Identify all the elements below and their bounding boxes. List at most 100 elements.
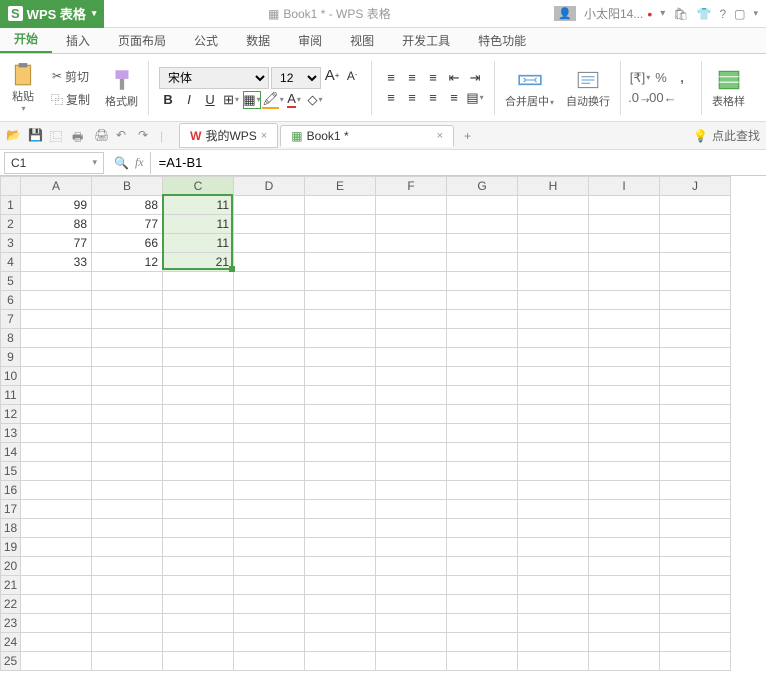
cell-G5[interactable] (447, 272, 518, 291)
cell-J22[interactable] (660, 595, 731, 614)
cell-G12[interactable] (447, 405, 518, 424)
cell-B6[interactable] (92, 291, 163, 310)
row-header-8[interactable]: 8 (1, 329, 21, 348)
cell-A20[interactable] (21, 557, 92, 576)
row-header-24[interactable]: 24 (1, 633, 21, 652)
col-header-H[interactable]: H (518, 177, 589, 196)
cell-C15[interactable] (163, 462, 234, 481)
cell-B4[interactable]: 12 (92, 253, 163, 272)
cell-D13[interactable] (234, 424, 305, 443)
cell-F2[interactable] (376, 215, 447, 234)
tab-close-icon[interactable]: × (261, 130, 267, 142)
select-all-corner[interactable] (1, 177, 21, 196)
cell-J10[interactable] (660, 367, 731, 386)
user-name[interactable]: 小太阳14... (584, 5, 643, 22)
cell-B8[interactable] (92, 329, 163, 348)
cell-A18[interactable] (21, 519, 92, 538)
border-button[interactable]: ⊞▾ (222, 91, 240, 109)
cell-J7[interactable] (660, 310, 731, 329)
cell-J9[interactable] (660, 348, 731, 367)
indent-right-button[interactable]: ⇥ (466, 69, 484, 87)
cell-I20[interactable] (589, 557, 660, 576)
cell-D15[interactable] (234, 462, 305, 481)
print-preview-icon[interactable]: ⿺ (50, 128, 66, 144)
print-direct-icon[interactable]: 🖨 (94, 128, 110, 144)
cell-G4[interactable] (447, 253, 518, 272)
cell-E4[interactable] (305, 253, 376, 272)
open-icon[interactable]: 📂 (6, 128, 22, 144)
cell-C18[interactable] (163, 519, 234, 538)
align-right-button[interactable]: ≡ (424, 89, 442, 107)
cell-D3[interactable] (234, 234, 305, 253)
cell-D11[interactable] (234, 386, 305, 405)
cell-J3[interactable] (660, 234, 731, 253)
row-header-2[interactable]: 2 (1, 215, 21, 234)
cell-D18[interactable] (234, 519, 305, 538)
cell-E13[interactable] (305, 424, 376, 443)
cell-B20[interactable] (92, 557, 163, 576)
cell-B12[interactable] (92, 405, 163, 424)
cell-H22[interactable] (518, 595, 589, 614)
cell-D2[interactable] (234, 215, 305, 234)
cell-H7[interactable] (518, 310, 589, 329)
cell-D24[interactable] (234, 633, 305, 652)
row-header-5[interactable]: 5 (1, 272, 21, 291)
cell-J23[interactable] (660, 614, 731, 633)
cell-F5[interactable] (376, 272, 447, 291)
cell-C22[interactable] (163, 595, 234, 614)
cell-G6[interactable] (447, 291, 518, 310)
search-icon[interactable]: 🔍 (114, 156, 129, 170)
cell-F1[interactable] (376, 196, 447, 215)
cell-E5[interactable] (305, 272, 376, 291)
cell-F12[interactable] (376, 405, 447, 424)
cell-B18[interactable] (92, 519, 163, 538)
row-header-19[interactable]: 19 (1, 538, 21, 557)
cell-F17[interactable] (376, 500, 447, 519)
fill-color-button[interactable]: ▦▾ (243, 91, 261, 109)
cell-I9[interactable] (589, 348, 660, 367)
wrap-text-button[interactable]: 自动换行 (562, 65, 614, 111)
cell-F22[interactable] (376, 595, 447, 614)
cell-B15[interactable] (92, 462, 163, 481)
cell-I3[interactable] (589, 234, 660, 253)
row-header-1[interactable]: 1 (1, 196, 21, 215)
cell-H11[interactable] (518, 386, 589, 405)
cell-B17[interactable] (92, 500, 163, 519)
font-color-button[interactable]: A▾ (285, 91, 303, 109)
cell-E18[interactable] (305, 519, 376, 538)
redo-icon[interactable]: ↷ (138, 128, 154, 144)
cell-I19[interactable] (589, 538, 660, 557)
row-header-10[interactable]: 10 (1, 367, 21, 386)
increase-font-button[interactable]: A+ (323, 67, 341, 85)
formula-input[interactable] (150, 152, 766, 174)
cell-I24[interactable] (589, 633, 660, 652)
cell-J21[interactable] (660, 576, 731, 595)
cell-I22[interactable] (589, 595, 660, 614)
cell-A8[interactable] (21, 329, 92, 348)
cell-C3[interactable]: 11 (163, 234, 234, 253)
cell-G17[interactable] (447, 500, 518, 519)
row-header-11[interactable]: 11 (1, 386, 21, 405)
cell-H1[interactable] (518, 196, 589, 215)
cell-E22[interactable] (305, 595, 376, 614)
cell-H19[interactable] (518, 538, 589, 557)
row-header-15[interactable]: 15 (1, 462, 21, 481)
cell-B3[interactable]: 66 (92, 234, 163, 253)
cell-F10[interactable] (376, 367, 447, 386)
cell-G22[interactable] (447, 595, 518, 614)
row-header-23[interactable]: 23 (1, 614, 21, 633)
cell-C14[interactable] (163, 443, 234, 462)
cell-D17[interactable] (234, 500, 305, 519)
cell-F13[interactable] (376, 424, 447, 443)
col-header-E[interactable]: E (305, 177, 376, 196)
cell-I25[interactable] (589, 652, 660, 671)
cell-E2[interactable] (305, 215, 376, 234)
save-icon[interactable]: 💾 (28, 128, 44, 144)
cell-A24[interactable] (21, 633, 92, 652)
cell-D19[interactable] (234, 538, 305, 557)
number-format-button[interactable]: [₹]▾ (631, 69, 649, 87)
tab-book1[interactable]: ▦ Book1 * × (280, 125, 454, 147)
minimize-icon[interactable]: ▢ (734, 7, 745, 21)
col-header-C[interactable]: C (163, 177, 234, 196)
cell-E21[interactable] (305, 576, 376, 595)
